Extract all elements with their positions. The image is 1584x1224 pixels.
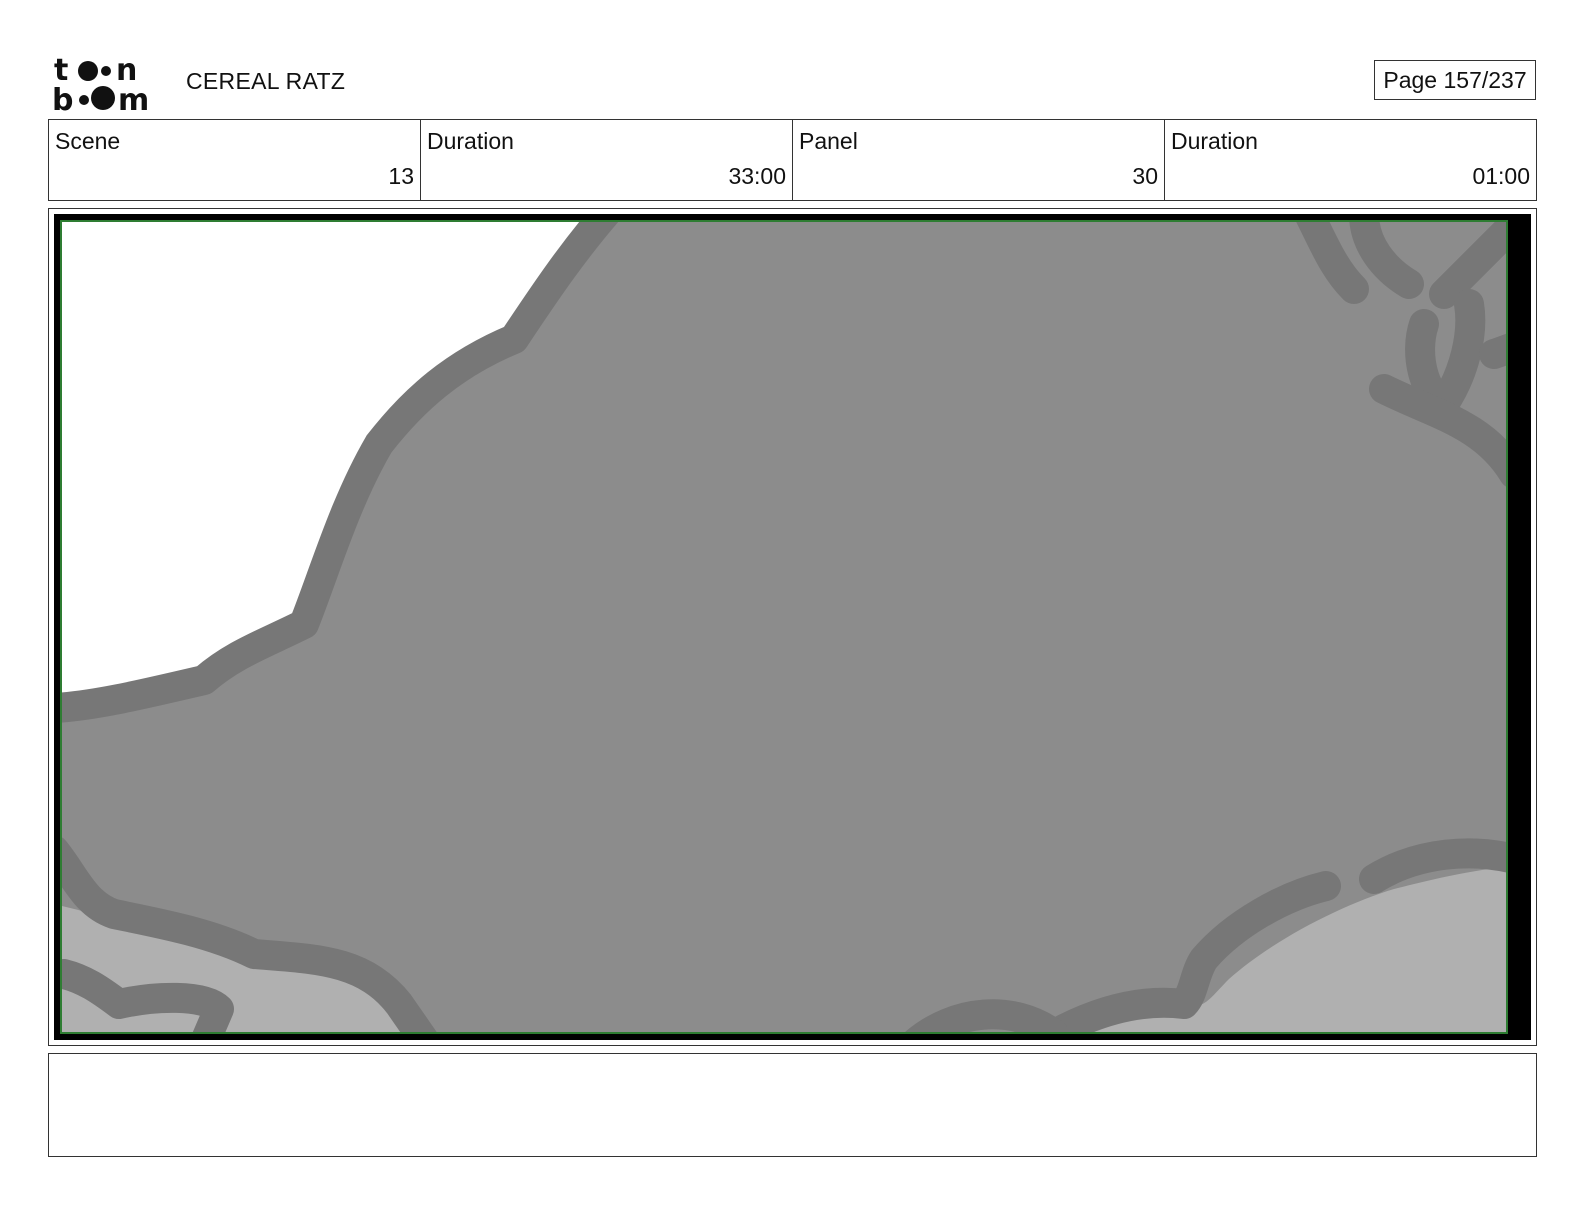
outline-stroke-12 bbox=[1479, 333, 1507, 369]
storyboard-panel-frame bbox=[48, 208, 1537, 1046]
page-indicator: Page 157/237 bbox=[1374, 60, 1536, 100]
scene-cell: Scene 13 bbox=[49, 120, 421, 200]
scene-value: 13 bbox=[388, 163, 414, 189]
scene-label: Scene bbox=[55, 128, 121, 154]
scene-duration-cell: Duration 33:00 bbox=[421, 120, 793, 200]
toon-boom-logo: t n b m bbox=[52, 52, 164, 118]
outline-stroke-6 bbox=[903, 999, 1069, 1033]
panel-notes-box bbox=[48, 1053, 1537, 1157]
panel-duration-cell: Duration 01:00 bbox=[1165, 120, 1536, 200]
storyboard-panel-image bbox=[54, 214, 1531, 1040]
project-title: CEREAL RATZ bbox=[186, 68, 346, 94]
page-label: Page 157/237 bbox=[1383, 66, 1527, 93]
panel-info-table: Scene 13 Duration 33:00 Panel 30 Duratio… bbox=[48, 119, 1537, 201]
svg-text:m: m bbox=[118, 83, 149, 112]
scene-duration-label: Duration bbox=[427, 128, 514, 154]
scene-duration-value: 33:00 bbox=[728, 163, 786, 189]
panel-drawing bbox=[60, 220, 1508, 1034]
svg-text:b: b bbox=[52, 83, 73, 112]
panel-duration-value: 01:00 bbox=[1472, 163, 1530, 189]
panel-duration-label: Duration bbox=[1171, 128, 1258, 154]
panel-cell: Panel 30 bbox=[793, 120, 1165, 200]
panel-value: 30 bbox=[1132, 163, 1158, 189]
panel-label: Panel bbox=[799, 128, 858, 154]
